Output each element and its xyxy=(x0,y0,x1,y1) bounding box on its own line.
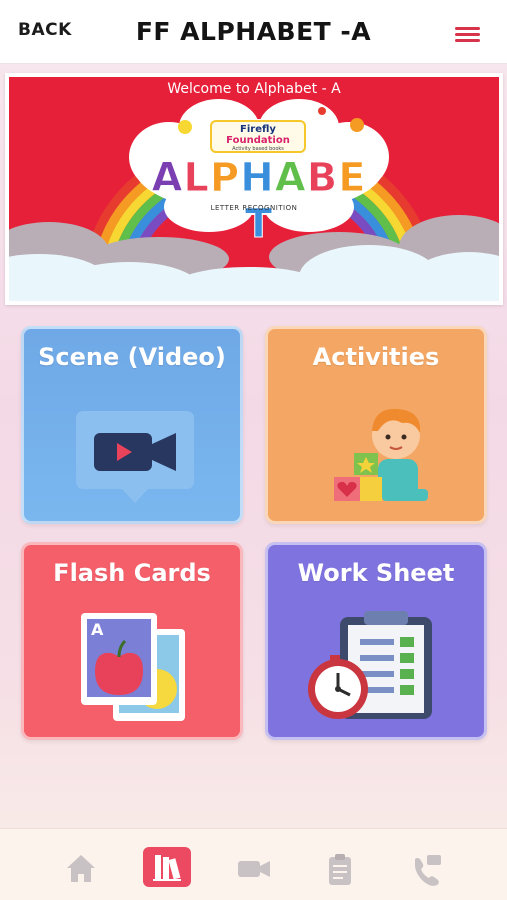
nav-home[interactable] xyxy=(57,849,105,889)
tile-label: Work Sheet xyxy=(297,559,455,587)
wordmark-letter: L xyxy=(183,155,210,202)
tile-label: Activities xyxy=(312,343,440,371)
tile-label: Flash Cards xyxy=(53,559,211,587)
child-with-blocks-icon xyxy=(334,408,428,501)
logo-line1: Firefly xyxy=(240,124,276,135)
nav-contact[interactable] xyxy=(403,849,451,889)
wordmark-letter: E xyxy=(338,155,367,202)
clipboard-stopwatch-icon xyxy=(308,611,432,719)
alphabet-wordmark: ALPHABET xyxy=(149,155,369,248)
work-sheet-tile[interactable]: Work Sheet xyxy=(265,542,487,740)
tile-label: Scene (Video) xyxy=(38,343,226,371)
logo-line3: Activity based books xyxy=(232,146,284,152)
banner-subtitle: LETTER RECOGNITION xyxy=(210,204,298,212)
nav-books[interactable] xyxy=(143,847,191,887)
activities-tile[interactable]: Activities xyxy=(265,326,487,524)
clipboard-icon xyxy=(329,854,351,885)
nav-video[interactable] xyxy=(230,849,278,889)
nav-clipboard[interactable] xyxy=(316,849,364,889)
wordmark-letter: A xyxy=(274,155,307,202)
scene-video-tile[interactable]: Scene (Video) xyxy=(21,326,243,524)
flash-card-icon: A xyxy=(81,613,185,721)
page-title: FF ALPHABET -A xyxy=(135,17,372,46)
video-camera-icon xyxy=(76,411,194,503)
top-app-bar: BACK FF ALPHABET -A xyxy=(0,0,507,64)
hero-banner: Welcome to Alphabet - A Firefly Foundati… xyxy=(5,73,503,305)
firefly-foundation-logo: Firefly Foundation Activity based books xyxy=(210,120,306,153)
welcome-text: Welcome to Alphabet - A xyxy=(167,81,341,97)
wordmark-letter: A xyxy=(151,155,184,202)
phone-contact-icon xyxy=(415,855,441,886)
hamburger-menu-icon[interactable] xyxy=(455,26,481,44)
home-icon xyxy=(67,855,95,882)
books-icon xyxy=(153,855,181,881)
wordmark-letter: B xyxy=(306,155,339,202)
video-icon xyxy=(238,861,270,877)
logo-line2: Foundation xyxy=(226,135,290,146)
wordmark-letter: P xyxy=(209,155,241,202)
wordmark-letter: H xyxy=(240,155,275,202)
flash-cards-tile[interactable]: Flash Cards A xyxy=(21,542,243,740)
bottom-navigation-bar xyxy=(0,828,507,900)
svg-text:A: A xyxy=(91,620,104,639)
